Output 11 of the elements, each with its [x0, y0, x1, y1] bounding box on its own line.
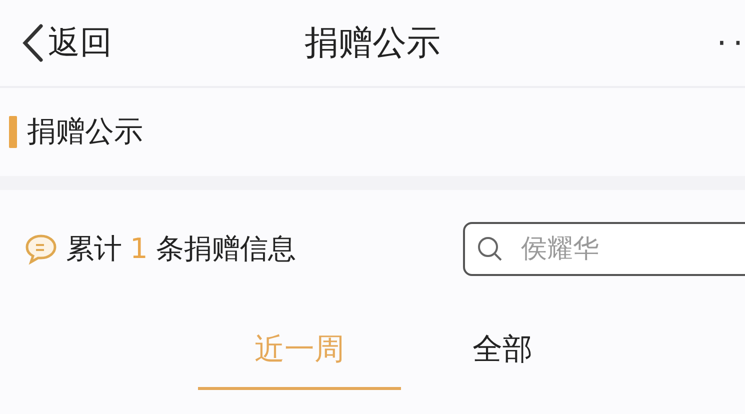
section-title: 捐赠公示 [27, 113, 143, 150]
more-button[interactable]: ·· [716, 24, 745, 62]
accent-bar [9, 116, 17, 148]
search-field[interactable]: 侯耀华 [463, 222, 745, 276]
chat-bubble-icon [24, 233, 58, 265]
chevron-left-icon [22, 24, 44, 62]
donation-count-text: 累计 1 条捐赠信息 [66, 231, 296, 267]
tab[interactable]: 全部 [401, 312, 604, 390]
back-button[interactable]: 返回 [22, 21, 112, 65]
search-icon [477, 236, 503, 262]
page-title: 捐赠公示 [304, 22, 440, 65]
